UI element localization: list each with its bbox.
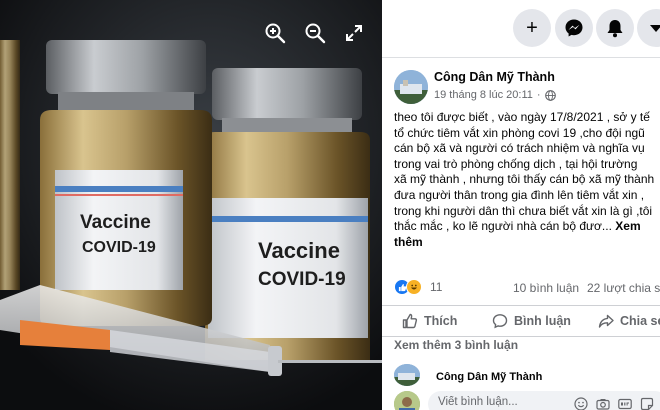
reaction-count: 11 (430, 280, 443, 294)
back-vial: Vaccine COVID-19 (205, 68, 370, 360)
post-timestamp[interactable]: 19 tháng 8 lúc 20:11 (434, 89, 533, 101)
messenger-icon (565, 19, 583, 37)
gif-icon[interactable] (618, 397, 632, 410)
camera-icon[interactable] (596, 397, 610, 410)
post-line-with-see-more: thắc mắc , ko lẽ người nhà cán bộ đươ...… (394, 219, 660, 235)
create-button[interactable]: + (513, 9, 551, 47)
front-vial-label-1: Vaccine (80, 212, 151, 233)
zoom-in-icon (265, 23, 286, 44)
bell-icon (607, 20, 623, 38)
comment-icon (492, 314, 508, 329)
share-icon (598, 314, 614, 328)
view-more-comments[interactable]: Xem thêm 3 bình luận (394, 338, 518, 352)
like-button[interactable]: Thích (402, 306, 457, 336)
post-author[interactable]: Công Dân Mỹ Thành (434, 70, 555, 84)
sticker-icon[interactable] (640, 397, 654, 410)
messenger-button[interactable] (555, 9, 593, 47)
comment-box (428, 391, 660, 410)
post-line: xã mỹ thành , nhưng tôi thấy cán bộ xã m… (394, 172, 655, 187)
comment-button[interactable]: Bình luận (492, 306, 571, 336)
back-vial-label-2: COVID-19 (258, 269, 346, 290)
like-label: Thích (424, 314, 458, 328)
post-panel: + Công Dân Mỹ Thành 19 tháng 8 lúc 20:11… (382, 0, 660, 410)
comment-label: Bình luận (514, 314, 571, 328)
fullscreen-icon (346, 25, 362, 41)
globe-icon (544, 89, 556, 101)
post-line: theo tôi được biết , vào ngày 17/8/2021 … (394, 110, 650, 124)
top-bar: + (382, 0, 660, 58)
zoom-out-button[interactable] (302, 20, 328, 46)
share-count[interactable]: 22 lượt chia sẻ (587, 281, 660, 295)
share-label: Chia sẻ (620, 314, 660, 328)
post-line: cán bộ xã và người có trách nhiệm và ngh… (394, 141, 645, 156)
composer-avatar (394, 391, 420, 410)
back-vial-label-1: Vaccine (258, 238, 340, 263)
post-actions: Thích Bình luận Chia sẻ (382, 305, 660, 337)
post-line: trong vai trò phòng chống dịch , tại hội… (394, 156, 638, 171)
share-button[interactable]: Chia sẻ (598, 306, 660, 336)
emoji-icon[interactable] (574, 397, 588, 410)
avatar-image (394, 364, 420, 386)
post-line: đưa người thân trong gia đình lên tiêm v… (394, 187, 645, 202)
notifications-button[interactable] (596, 9, 634, 47)
comment-count[interactable]: 10 bình luận (513, 281, 579, 295)
caret-down-icon (650, 25, 660, 32)
thumbs-up-icon (402, 313, 418, 329)
author-avatar[interactable] (394, 70, 428, 104)
fullscreen-button[interactable] (341, 20, 367, 46)
reactions-summary[interactable]: 11 (394, 279, 442, 295)
post-text: theo tôi được biết , vào ngày 17/8/2021 … (394, 110, 660, 250)
avatar-image (394, 391, 420, 410)
plus-icon: + (526, 17, 538, 39)
see-more-continuation: thêm (394, 235, 660, 251)
zoom-in-button[interactable] (262, 20, 288, 46)
photo-viewer: Vaccine COVID-19 Vaccine COVID-19 (0, 0, 382, 410)
comment-composer (394, 391, 660, 410)
comment-input[interactable] (438, 396, 558, 408)
front-vial-label-2: COVID-19 (82, 239, 156, 256)
post-photo: Vaccine COVID-19 Vaccine COVID-19 (0, 0, 382, 410)
post-line: thắc mắc , ko lẽ người nhà cán bộ đươ... (394, 219, 612, 234)
comment-author[interactable]: Công Dân Mỹ Thành (436, 371, 542, 383)
post-stats: 11 10 bình luận 22 lượt chia sẻ (394, 279, 660, 299)
avatar-image (394, 70, 428, 104)
front-vial: Vaccine COVID-19 (40, 40, 212, 326)
comment-item: Công Dân Mỹ Thành (394, 364, 660, 386)
haha-icon (406, 279, 422, 295)
post-line: tổ chức tiêm vắt xin phòng covi 19 ,cho … (394, 125, 645, 140)
account-menu-button[interactable] (637, 9, 660, 47)
see-more-link[interactable]: Xem (615, 219, 640, 233)
see-more-link-cont[interactable]: thêm (394, 235, 423, 249)
comment-avatar[interactable] (394, 364, 420, 386)
post-header: Công Dân Mỹ Thành 19 tháng 8 lúc 20:11 · (394, 68, 660, 110)
zoom-out-icon (305, 23, 326, 44)
post-line: trong khi người dân thì chưa biết vắt xi… (394, 203, 653, 218)
post-meta: 19 tháng 8 lúc 20:11 · (434, 89, 556, 101)
dot-separator: · (536, 89, 541, 101)
